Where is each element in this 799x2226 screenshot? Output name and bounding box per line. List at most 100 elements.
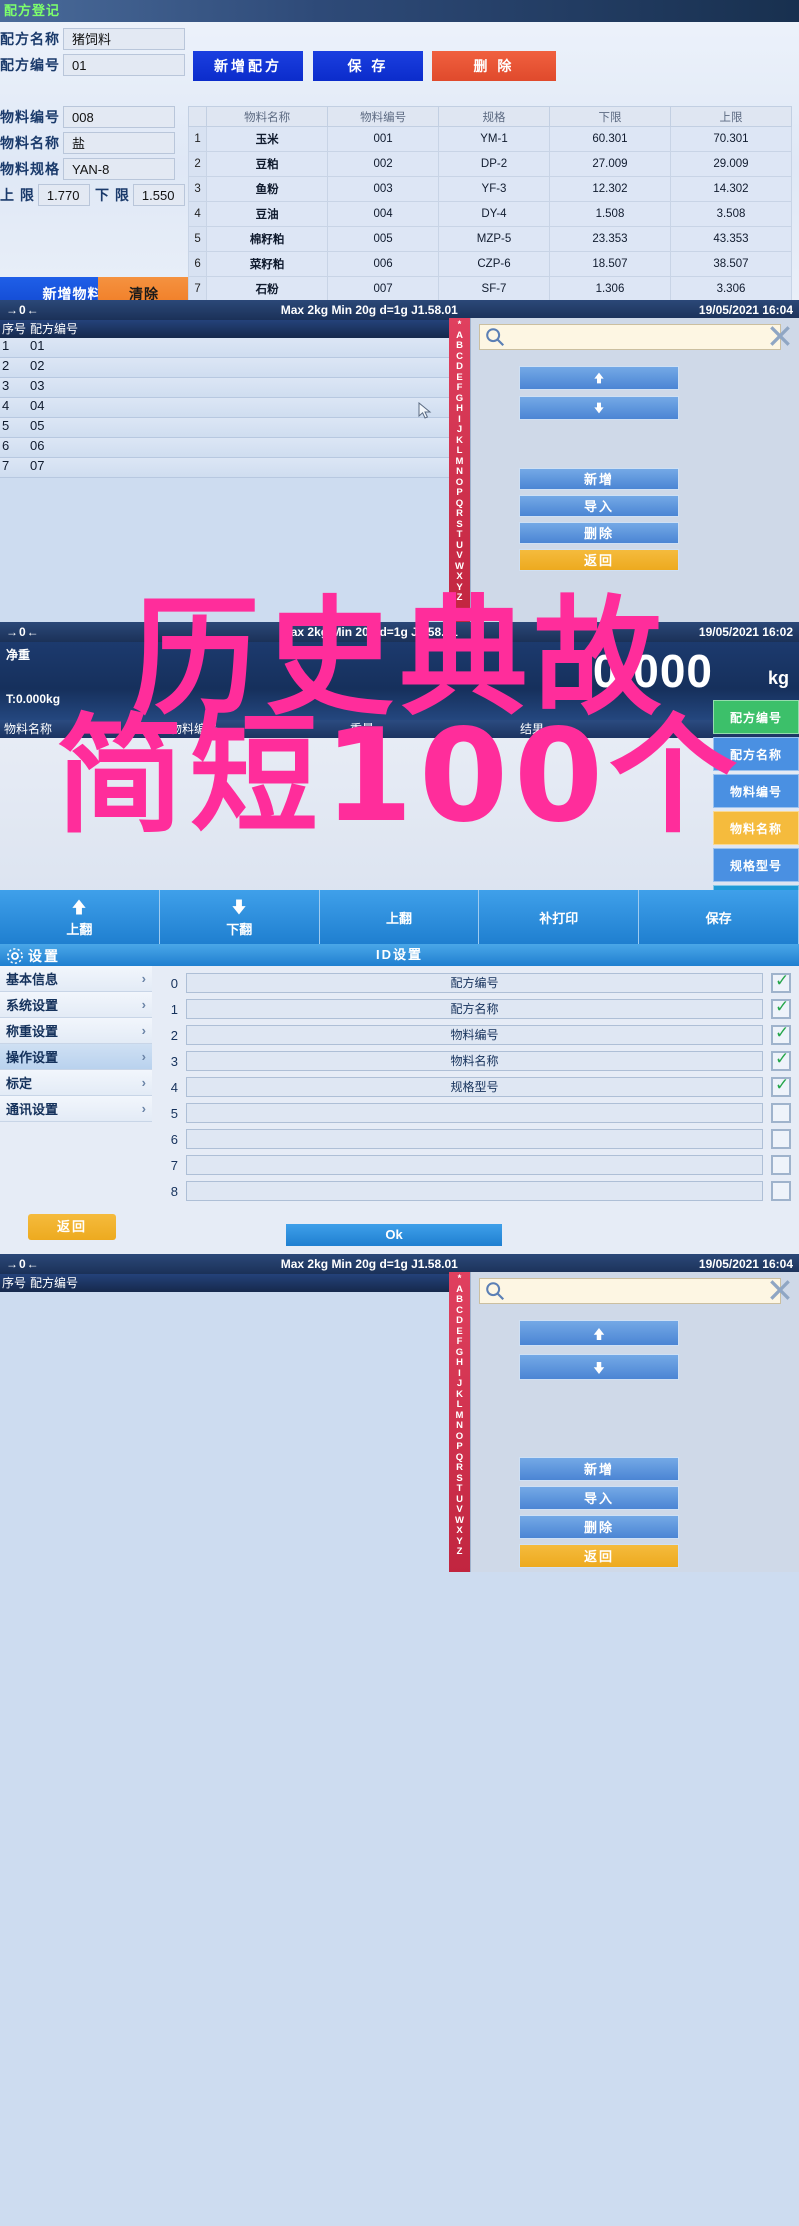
- alphabet-letter[interactable]: B: [449, 1294, 470, 1306]
- id-value-input[interactable]: [186, 1181, 763, 1201]
- alphabet-letter[interactable]: *: [449, 319, 470, 331]
- save-button[interactable]: 保 存: [313, 51, 423, 81]
- table-row[interactable]: 7 石粉 007 SF-7 1.306 3.306: [187, 276, 793, 302]
- id-setting-row[interactable]: 6: [160, 1126, 791, 1152]
- table-row[interactable]: 3 鱼粉 003 YF-3 12.302 14.302: [187, 176, 793, 202]
- id-setting-row[interactable]: 7: [160, 1152, 791, 1178]
- id-setting-row[interactable]: 2 物料编号: [160, 1022, 791, 1048]
- alphabet-letter[interactable]: *: [449, 1273, 470, 1285]
- alphabet-letter[interactable]: V: [449, 550, 470, 562]
- id-value-input[interactable]: 配方名称: [186, 999, 763, 1019]
- alphabet-letter[interactable]: J: [449, 1378, 470, 1390]
- settings-menu-item[interactable]: 操作设置 ›: [0, 1044, 152, 1070]
- alphabet-letter[interactable]: F: [449, 1336, 470, 1348]
- scroll-down-button[interactable]: [519, 396, 679, 420]
- alphabet-letter[interactable]: X: [449, 571, 470, 583]
- back-button[interactable]: 返回: [28, 1214, 116, 1240]
- import-button[interactable]: 导入: [519, 495, 679, 517]
- alphabet-letter[interactable]: T: [449, 529, 470, 541]
- alphabet-letter[interactable]: R: [449, 1462, 470, 1474]
- add-button[interactable]: 新增: [519, 1457, 679, 1481]
- table-row[interactable]: 4 豆油 004 DY-4 1.508 3.508: [187, 201, 793, 227]
- alphabet-letter[interactable]: P: [449, 487, 470, 499]
- id-setting-row[interactable]: 8: [160, 1178, 791, 1204]
- id-checkbox[interactable]: [771, 1181, 791, 1201]
- table-row[interactable]: 2 豆粕 002 DP-2 27.009 29.009: [187, 151, 793, 177]
- id-value-input[interactable]: 物料编号: [186, 1025, 763, 1045]
- back-button[interactable]: 返回: [519, 549, 679, 571]
- alphabet-letter[interactable]: N: [449, 1420, 470, 1432]
- id-value-input[interactable]: 物料名称: [186, 1051, 763, 1071]
- alphabet-letter[interactable]: Z: [449, 592, 470, 604]
- ok-button[interactable]: Ok: [286, 1224, 502, 1246]
- alphabet-letter[interactable]: Z: [449, 1546, 470, 1558]
- alphabet-letter[interactable]: T: [449, 1483, 470, 1495]
- alphabet-letter[interactable]: L: [449, 445, 470, 457]
- scroll-up-button[interactable]: [519, 366, 679, 390]
- close-icon[interactable]: [767, 1277, 793, 1303]
- delete-button[interactable]: 删除: [519, 522, 679, 544]
- table-row[interactable]: 1 玉米 001 YM-1 60.301 70.301: [187, 126, 793, 152]
- alphabet-index-bar[interactable]: * A B C D E F G H I J K L M N O P Q R S T U V W X Y Z: [449, 318, 470, 622]
- scroll-up-button[interactable]: [519, 1320, 679, 1346]
- delete-button[interactable]: 删 除: [432, 51, 556, 81]
- alphabet-letter[interactable]: X: [449, 1525, 470, 1537]
- settings-menu-item[interactable]: 通讯设置 ›: [0, 1096, 152, 1122]
- lower-limit-input[interactable]: 1.550: [132, 184, 185, 206]
- alphabet-letter[interactable]: V: [449, 1504, 470, 1516]
- settings-menu-item[interactable]: 标定 ›: [0, 1070, 152, 1096]
- material-spec-input[interactable]: YAN-8: [63, 158, 175, 180]
- id-checkbox[interactable]: [771, 1103, 791, 1123]
- alphabet-letter[interactable]: F: [449, 382, 470, 394]
- id-value-input[interactable]: [186, 1103, 763, 1123]
- alphabet-letter[interactable]: R: [449, 508, 470, 520]
- upper-limit-input[interactable]: 1.770: [37, 184, 90, 206]
- settings-menu-item[interactable]: 系统设置 ›: [0, 992, 152, 1018]
- scroll-down-button[interactable]: [519, 1354, 679, 1380]
- settings-menu-item[interactable]: 称重设置 ›: [0, 1018, 152, 1044]
- id-checkbox[interactable]: [771, 1049, 791, 1071]
- weigh-bottom-button[interactable]: 上翻: [0, 890, 160, 944]
- weigh-bottom-button[interactable]: 保存: [639, 890, 799, 944]
- id-value-input[interactable]: 规格型号: [186, 1077, 763, 1097]
- recipe-no-input[interactable]: 01: [63, 54, 185, 76]
- weigh-side-button[interactable]: 物料名称: [713, 811, 799, 845]
- id-value-input[interactable]: 配方编号: [186, 973, 763, 993]
- alphabet-letter[interactable]: J: [449, 424, 470, 436]
- alphabet-letter[interactable]: D: [449, 1315, 470, 1327]
- id-value-input[interactable]: [186, 1129, 763, 1149]
- search-input[interactable]: [479, 324, 781, 350]
- weigh-side-button[interactable]: 配方名称: [713, 737, 799, 771]
- back-button[interactable]: 返回: [519, 1544, 679, 1568]
- weigh-bottom-button[interactable]: 下翻: [159, 890, 320, 944]
- material-name-input[interactable]: 盐: [63, 132, 175, 154]
- recipe-name-input[interactable]: 猪饲料: [63, 28, 185, 50]
- weigh-side-button[interactable]: 配方编号: [713, 700, 799, 734]
- add-button[interactable]: 新增: [519, 468, 679, 490]
- settings-menu-item[interactable]: 基本信息 ›: [0, 966, 152, 992]
- table-row[interactable]: 5 棉籽粕 005 MZP-5 23.353 43.353: [187, 226, 793, 252]
- search-input[interactable]: [479, 1278, 781, 1304]
- import-button[interactable]: 导入: [519, 1486, 679, 1510]
- alphabet-letter[interactable]: H: [449, 1357, 470, 1369]
- delete-button[interactable]: 删除: [519, 1515, 679, 1539]
- id-checkbox[interactable]: [771, 1129, 791, 1149]
- alphabet-letter[interactable]: D: [449, 361, 470, 373]
- id-checkbox[interactable]: [771, 1023, 791, 1045]
- id-setting-row[interactable]: 0 配方编号: [160, 970, 791, 996]
- weigh-bottom-button[interactable]: 补打印: [479, 890, 640, 944]
- material-no-input[interactable]: 008: [63, 106, 175, 128]
- alphabet-letter[interactable]: B: [449, 340, 470, 352]
- alphabet-letter[interactable]: P: [449, 1441, 470, 1453]
- id-checkbox[interactable]: [771, 971, 791, 993]
- id-setting-row[interactable]: 3 物料名称: [160, 1048, 791, 1074]
- alphabet-letter[interactable]: H: [449, 403, 470, 415]
- id-setting-row[interactable]: 5: [160, 1100, 791, 1126]
- weigh-bottom-button[interactable]: 上翻: [319, 890, 480, 944]
- alphabet-letter[interactable]: L: [449, 1399, 470, 1411]
- table-row[interactable]: 6 菜籽粕 006 CZP-6 18.507 38.507: [187, 251, 793, 277]
- id-checkbox[interactable]: [771, 1075, 791, 1097]
- weigh-side-button[interactable]: 规格型号: [713, 848, 799, 882]
- id-setting-row[interactable]: 1 配方名称: [160, 996, 791, 1022]
- alphabet-letter[interactable]: N: [449, 466, 470, 478]
